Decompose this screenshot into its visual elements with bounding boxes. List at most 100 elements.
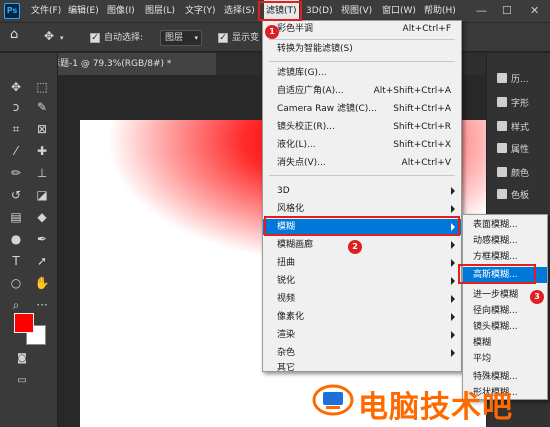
- menu-item-blur-gallery[interactable]: 模糊画廊: [263, 237, 461, 253]
- menu-separator: [269, 39, 455, 40]
- submenu-item-radial-blur[interactable]: 径向模糊...: [463, 303, 547, 319]
- submenu-arrow-icon: [451, 295, 455, 303]
- minimize-icon[interactable]: —: [476, 0, 487, 22]
- chevron-down-icon: ▾: [194, 34, 198, 42]
- submenu-item-blur[interactable]: 模糊: [463, 335, 547, 351]
- menu-item-smart-filter[interactable]: 转换为智能滤镜(S): [263, 41, 461, 57]
- healing-icon[interactable]: ✚: [32, 141, 52, 161]
- blur-icon[interactable]: ◆: [32, 207, 52, 227]
- lasso-icon[interactable]: ↄ: [6, 97, 26, 117]
- frame-icon[interactable]: ⊠: [32, 119, 52, 139]
- menu-item-filter-gallery[interactable]: 滤镜库(G)...: [263, 65, 461, 81]
- more-icon[interactable]: ···: [32, 295, 52, 315]
- menu-edit[interactable]: 编辑(E): [68, 0, 99, 22]
- path-select-icon[interactable]: ➚: [32, 251, 52, 271]
- menu-item-distort[interactable]: 扭曲: [263, 255, 461, 271]
- eraser-icon[interactable]: ◪: [32, 185, 52, 205]
- blur-submenu: 表面模糊... 动感模糊... 方框模糊... 高斯模糊... 进一步模糊 径向…: [462, 214, 548, 400]
- history-icon: [497, 73, 507, 83]
- submenu-arrow-icon: [451, 277, 455, 285]
- layer-dropdown[interactable]: 图层 ▾: [160, 30, 202, 46]
- quick-select-icon[interactable]: ✎: [32, 97, 52, 117]
- submenu-item-surface-blur[interactable]: 表面模糊...: [463, 217, 547, 233]
- close-icon[interactable]: ✕: [530, 0, 539, 22]
- panel-color[interactable]: 颜色: [497, 167, 529, 181]
- menu-item-sharpen[interactable]: 锐化: [263, 273, 461, 289]
- annotation-badge-2: 2: [348, 240, 362, 254]
- properties-icon: [497, 143, 507, 153]
- menu-item-render[interactable]: 渲染: [263, 327, 461, 343]
- menu-item-video[interactable]: 视频: [263, 291, 461, 307]
- document-tab[interactable]: 未标题-1 @ 79.3%(RGB/8#) *: [36, 53, 216, 75]
- quick-mask-icon[interactable]: ◙: [12, 349, 32, 369]
- home-icon[interactable]: ⌂: [10, 28, 18, 42]
- annotation-box-filter: [258, 1, 302, 21]
- gradient-icon[interactable]: ▤: [6, 207, 26, 227]
- menu-window[interactable]: 窗口(W): [382, 0, 416, 22]
- auto-select-label: 自动选择:: [104, 33, 144, 43]
- menu-item-stylize[interactable]: 风格化: [263, 201, 461, 217]
- menu-item-adaptive-wide[interactable]: 自适应广角(A)... Alt+Shift+Ctrl+A: [263, 83, 461, 99]
- move-tool-icon[interactable]: ✥: [44, 29, 54, 43]
- submenu-item-motion-blur[interactable]: 动感模糊...: [463, 233, 547, 249]
- hand-icon[interactable]: ✋: [32, 273, 52, 293]
- submenu-item-average[interactable]: 平均: [463, 351, 547, 367]
- marquee-icon[interactable]: ⬚: [32, 77, 52, 97]
- menu-help[interactable]: 帮助(H): [424, 0, 456, 22]
- menu-type[interactable]: 文字(Y): [185, 0, 216, 22]
- menu-item-camera-raw[interactable]: Camera Raw 滤镜(C)... Shift+Ctrl+A: [263, 101, 461, 117]
- move-icon[interactable]: ✥: [6, 77, 26, 97]
- watermark-text: 电脑技术吧: [358, 390, 513, 425]
- filter-menu: 彩色半调 Alt+Ctrl+F 转换为智能滤镜(S) 滤镜库(G)... 自适应广…: [262, 20, 462, 373]
- annotation-box-blur: [264, 216, 460, 236]
- panel-history[interactable]: 历...: [497, 73, 529, 87]
- menu-layer[interactable]: 图层(L): [145, 0, 175, 22]
- menu-3d[interactable]: 3D(D): [306, 0, 333, 22]
- submenu-arrow-icon: [451, 349, 455, 357]
- menu-image[interactable]: 图像(I): [107, 0, 135, 22]
- auto-select-checkbox[interactable]: ✓: [90, 33, 100, 43]
- submenu-arrow-icon: [451, 313, 455, 321]
- menu-item-other[interactable]: 其它: [263, 363, 461, 373]
- show-transform-label: 显示变: [232, 33, 260, 43]
- panel-styles[interactable]: 样式: [497, 121, 529, 135]
- type-icon[interactable]: T: [6, 251, 26, 271]
- menu-file[interactable]: 文件(F): [31, 0, 61, 22]
- menu-item-noise[interactable]: 杂色: [263, 345, 461, 361]
- glyphs-icon: [497, 97, 507, 107]
- stamp-icon[interactable]: ⊥: [32, 163, 52, 183]
- shape-icon[interactable]: ○: [6, 273, 26, 293]
- menu-view[interactable]: 视图(V): [341, 0, 372, 22]
- panel-glyphs[interactable]: 字形: [497, 97, 529, 111]
- layer-dropdown-value: 图层: [165, 33, 184, 43]
- maximize-icon[interactable]: ☐: [502, 0, 512, 22]
- submenu-arrow-icon: [451, 241, 455, 249]
- eyedropper-icon[interactable]: ⁄: [6, 141, 26, 161]
- submenu-item-lens-blur[interactable]: 镜头模糊...: [463, 319, 547, 335]
- screen-mode-icon[interactable]: ▭: [12, 371, 32, 391]
- panel-swatches[interactable]: 色板: [497, 189, 529, 203]
- submenu-arrow-icon: [451, 331, 455, 339]
- foreground-color-swatch-front[interactable]: [14, 313, 34, 333]
- brush-icon[interactable]: ✏: [6, 163, 26, 183]
- menu-separator: [269, 175, 455, 176]
- annotation-badge-1: 1: [265, 25, 279, 39]
- pen-icon[interactable]: ✒: [32, 229, 52, 249]
- menu-select[interactable]: 选择(S): [224, 0, 255, 22]
- dodge-icon[interactable]: ●: [6, 229, 26, 249]
- menu-item-liquify[interactable]: 液化(L)... Shift+Ctrl+X: [263, 137, 461, 153]
- submenu-arrow-icon: [451, 187, 455, 195]
- watermark-logo-icon: [312, 384, 354, 416]
- menu-item-pixelate[interactable]: 像素化: [263, 309, 461, 325]
- crop-icon[interactable]: ⌗: [6, 119, 26, 139]
- menu-item-lens-correction[interactable]: 镜头校正(R)... Shift+Ctrl+R: [263, 119, 461, 135]
- panel-properties[interactable]: 属性: [497, 143, 529, 157]
- menu-item-halftone[interactable]: 彩色半调 Alt+Ctrl+F: [263, 21, 461, 37]
- zoom-icon[interactable]: ⌕: [6, 295, 26, 315]
- chevron-down-icon[interactable]: ▾: [60, 31, 64, 45]
- show-transform-checkbox[interactable]: ✓: [218, 33, 228, 43]
- menu-item-3d[interactable]: 3D: [263, 183, 461, 199]
- history-brush-icon[interactable]: ↺: [6, 185, 26, 205]
- submenu-item-box-blur[interactable]: 方框模糊...: [463, 249, 547, 265]
- menu-item-vanishing-point[interactable]: 消失点(V)... Alt+Ctrl+V: [263, 155, 461, 171]
